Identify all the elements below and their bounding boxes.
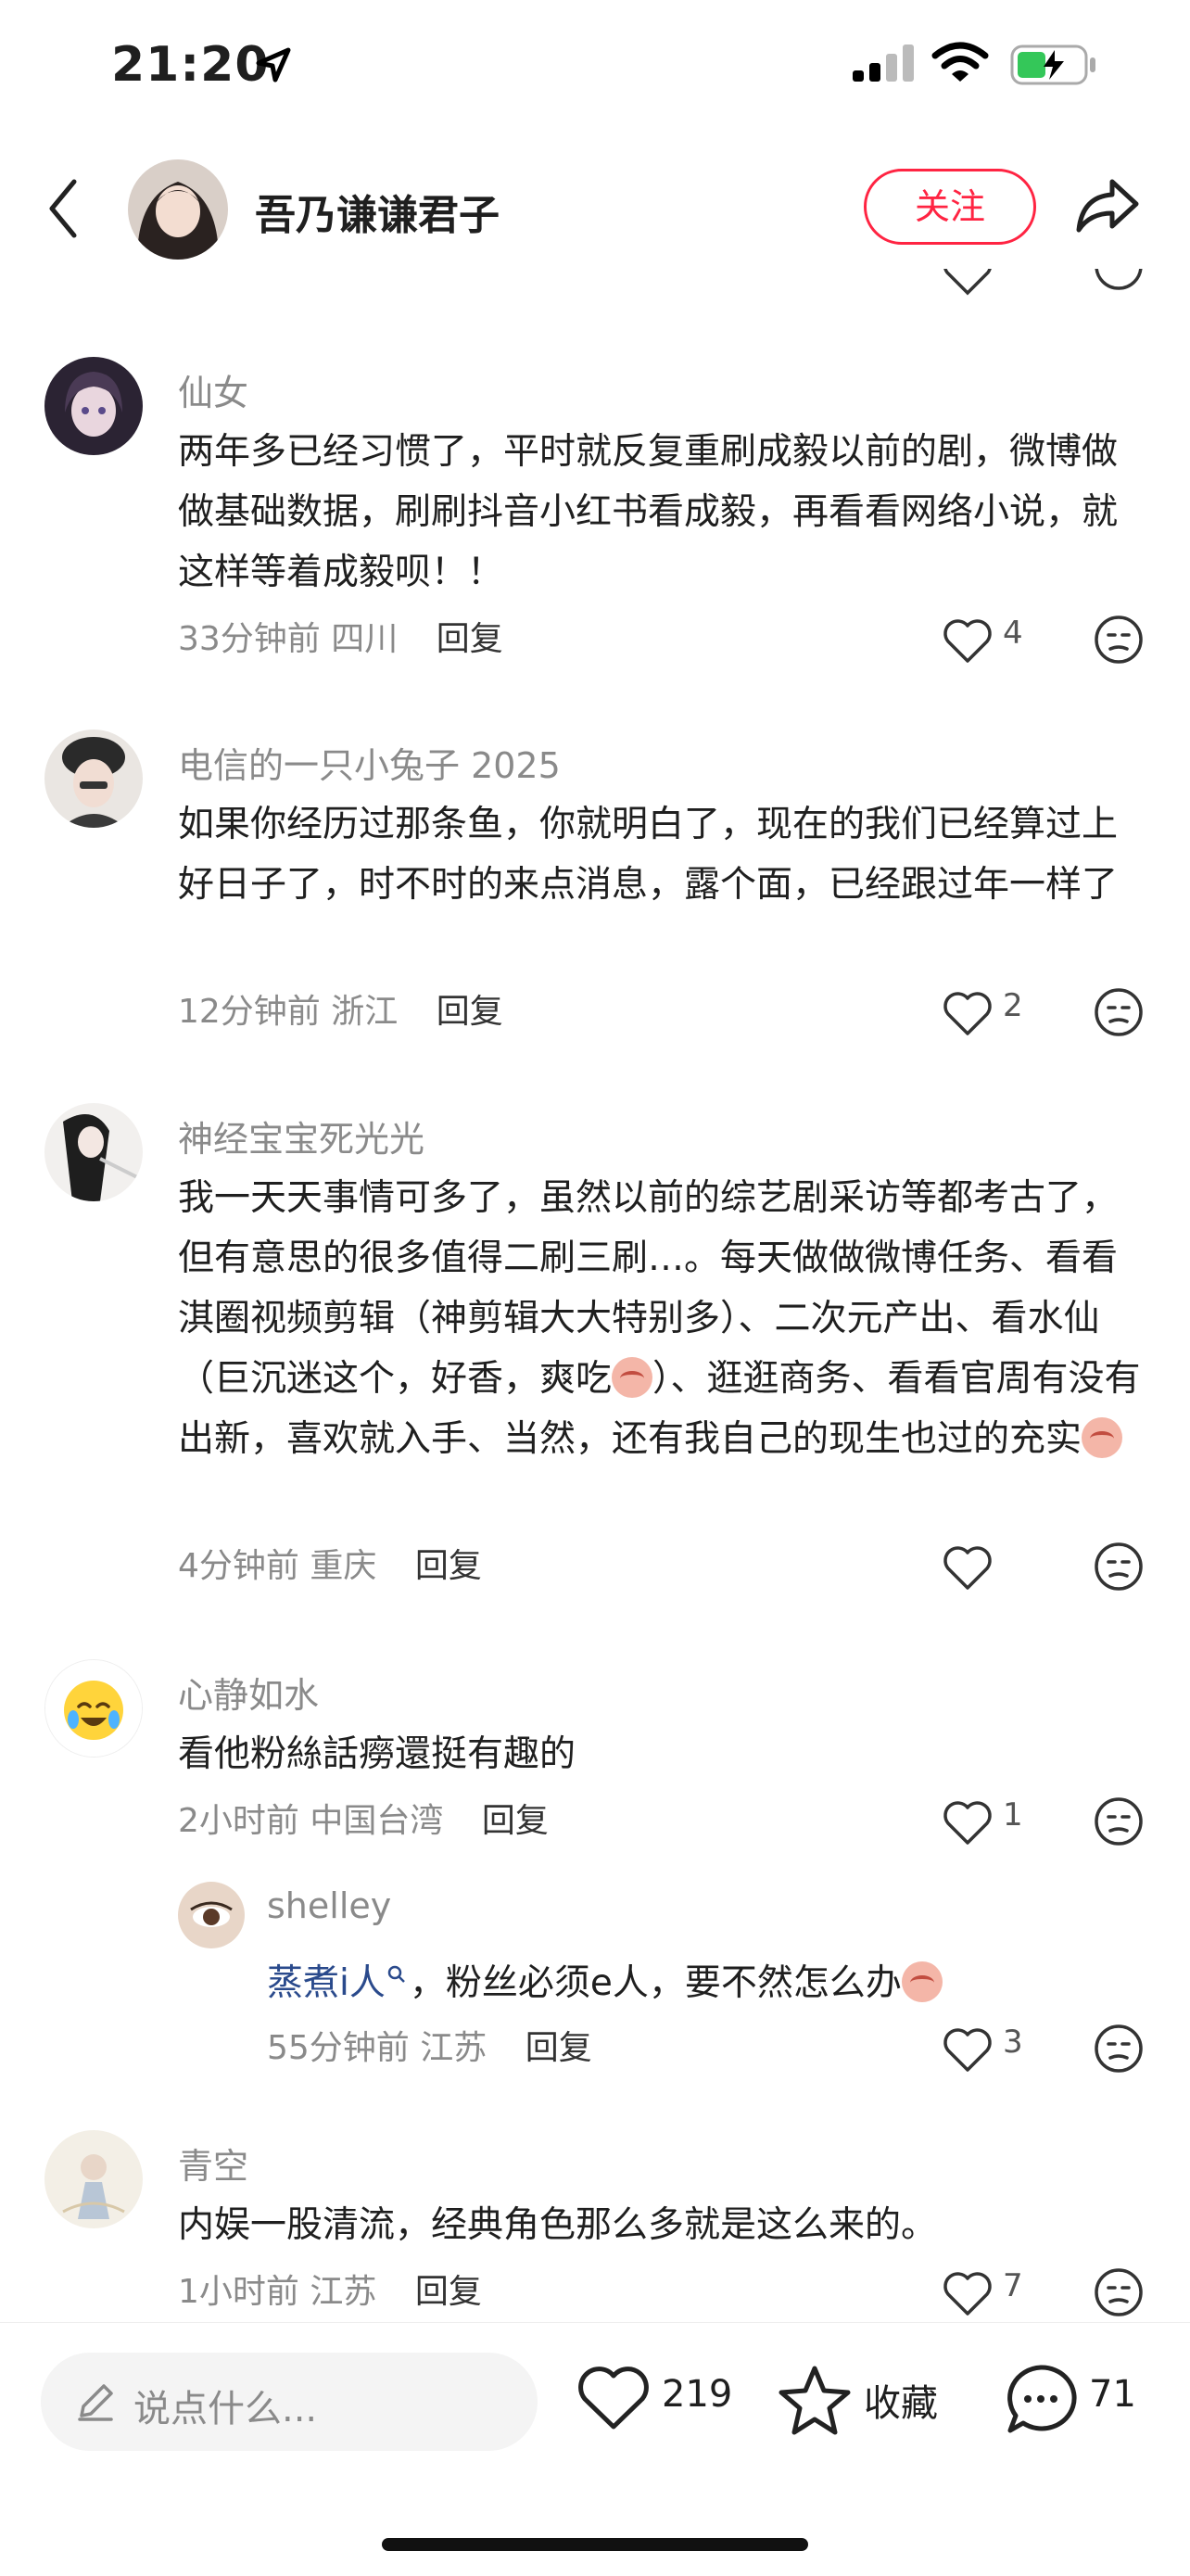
like-count: 7 — [1003, 2267, 1023, 2304]
commenter-name[interactable]: 心静如水 — [178, 1667, 319, 1718]
heart-icon — [943, 619, 992, 663]
pencil-icon — [78, 2384, 113, 2421]
like-button[interactable]: 2 — [942, 987, 1044, 1043]
collect-label[interactable]: 收藏 — [864, 2373, 938, 2427]
like-count: 2 — [1003, 987, 1023, 1024]
commenter-avatar[interactable] — [44, 357, 143, 455]
home-indicator[interactable] — [382, 2538, 808, 2551]
dislike-face-icon[interactable] — [1094, 987, 1144, 1037]
like-count: 4 — [1003, 615, 1023, 652]
like-button[interactable]: 7 — [942, 2267, 1044, 2323]
battery-charging-icon — [1010, 44, 1095, 85]
dislike-face-icon[interactable] — [1094, 1796, 1144, 1846]
location-arrow-icon — [256, 47, 291, 82]
heart-icon — [943, 992, 992, 1035]
comment-location: 江苏 — [310, 2273, 377, 2311]
comment-text: 看他粉絲話癆還挺有趣的 — [178, 1733, 576, 1775]
star-icon[interactable] — [777, 2364, 853, 2436]
blushing-peach-emoji-icon — [612, 1357, 653, 1398]
commenter-avatar[interactable] — [44, 1103, 143, 1201]
note-header: 吾乃谦谦君子 关注 — [0, 148, 1190, 269]
comment-input-placeholder: 说点什么... — [133, 2388, 318, 2430]
status-bar: 21:20 — [0, 0, 1190, 139]
comment-text: 两年多已经习惯了，平时就反复重刷成毅以前的剧，微博做做基础数据，刷刷抖音小红书看… — [178, 431, 1119, 593]
comment-meta: 1小时前 江苏 回复 — [178, 2265, 482, 2313]
comment-time: 2小时前 — [178, 1802, 299, 1840]
reply-button[interactable]: 回复 — [415, 1547, 482, 1585]
reply-text-part: ，粉丝必须e人，要不然怎么办 — [409, 1962, 902, 2004]
reply-text: 蒸煮i人 ，粉丝必须e人，要不然怎么办 — [267, 1954, 943, 2006]
follow-button[interactable]: 关注 — [864, 169, 1036, 245]
dislike-face-icon[interactable] — [1094, 615, 1144, 665]
comment-text: 如果你经历过那条鱼，你就明白了，现在的我们已经算过上好日子了，时不时的来点消息，… — [178, 804, 1119, 906]
reply-button[interactable]: 回复 — [525, 2029, 592, 2067]
commenter-name[interactable]: 电信的一只小兔子 2025 — [178, 737, 561, 788]
comment-location: 浙江 — [331, 993, 399, 1031]
comment-input[interactable]: 说点什么... — [41, 2353, 538, 2451]
comment-count: 71 — [1089, 2373, 1136, 2416]
reply-button[interactable]: 回复 — [437, 620, 503, 658]
dislike-face-icon[interactable] — [1094, 2024, 1144, 2074]
peeking-emoji-icon — [901, 1961, 943, 2002]
comment-meta: 33分钟前 四川 回复 — [178, 612, 503, 660]
replier-avatar[interactable] — [178, 1882, 245, 1948]
note-like-count: 219 — [662, 2373, 733, 2416]
comment-time: 12分钟前 — [178, 993, 321, 1031]
reply-button[interactable]: 回复 — [415, 2273, 482, 2311]
comment-meta: 2小时前 中国台湾 回复 — [178, 1794, 549, 1842]
like-button[interactable] — [942, 1542, 1044, 1597]
search-mini-icon — [387, 1965, 405, 1983]
reply-button[interactable]: 回复 — [482, 1802, 549, 1840]
heart-icon — [943, 2028, 992, 2072]
commenter-name[interactable]: 神经宝宝死光光 — [178, 1110, 424, 1161]
cellular-signal-icon — [853, 44, 914, 82]
dislike-face-icon[interactable] — [1094, 1542, 1144, 1592]
commenter-name[interactable]: 青空 — [178, 2138, 248, 2189]
author-name[interactable]: 吾乃谦谦君子 — [255, 182, 500, 241]
comment-location: 中国台湾 — [310, 1802, 444, 1840]
comment-location: 重庆 — [310, 1547, 377, 1585]
reply-location: 江苏 — [420, 2029, 487, 2067]
like-button[interactable]: 1 — [942, 1796, 1044, 1852]
comment-text: 我一天天事情可多了，虽然以前的综艺剧采访等都考古了，但有意思的很多值得二刷三刷…… — [178, 1168, 1142, 1469]
like-count: 3 — [1003, 2024, 1023, 2061]
heart-icon — [943, 2272, 992, 2316]
bottom-action-bar: 说点什么... 219 收藏 71 — [0, 2322, 1190, 2576]
reply-meta: 55分钟前 江苏 回复 — [267, 2021, 592, 2069]
comment-meta: 12分钟前 浙江 回复 — [178, 984, 503, 1033]
mention-link[interactable]: 蒸煮i人 — [267, 1962, 386, 2004]
comment-meta: 4分钟前 重庆 回复 — [178, 1539, 482, 1587]
like-button[interactable]: 4 — [942, 615, 1044, 670]
replier-name[interactable]: shelley — [267, 1885, 391, 1926]
status-time: 21:20 — [111, 37, 270, 93]
dislike-face-icon — [1095, 269, 1143, 290]
commenter-name[interactable]: 仙女 — [178, 364, 248, 415]
comment-time: 1小时前 — [178, 2273, 299, 2311]
heart-icon[interactable] — [576, 2366, 651, 2432]
comment-time: 33分钟前 — [178, 620, 321, 658]
like-button[interactable]: 3 — [942, 2024, 1044, 2079]
commenter-avatar[interactable] — [44, 730, 143, 828]
comment-location: 四川 — [331, 620, 399, 658]
commenter-avatar[interactable] — [44, 2130, 143, 2228]
reply-button[interactable]: 回复 — [437, 993, 503, 1031]
comment-text: 内娱一股清流，经典角色那么多就是这么来的。 — [178, 2204, 938, 2246]
wifi-icon — [931, 42, 989, 82]
heart-icon — [943, 1546, 992, 1590]
like-count: 1 — [1003, 1796, 1023, 1834]
previous-comment-peek — [0, 269, 1190, 306]
heart-icon — [943, 1801, 992, 1845]
commenter-avatar[interactable] — [44, 1659, 143, 1758]
dislike-face-icon[interactable] — [1094, 2267, 1144, 2317]
comment-bubble-icon[interactable] — [1003, 2362, 1079, 2438]
heart-icon — [943, 269, 992, 296]
blushing-peach-emoji-icon — [1082, 1417, 1123, 1458]
reply-time: 55分钟前 — [267, 2029, 410, 2067]
share-icon[interactable] — [1075, 176, 1140, 235]
author-avatar[interactable] — [128, 159, 228, 260]
back-arrow-icon[interactable] — [44, 176, 82, 241]
comment-time: 4分钟前 — [178, 1547, 299, 1585]
